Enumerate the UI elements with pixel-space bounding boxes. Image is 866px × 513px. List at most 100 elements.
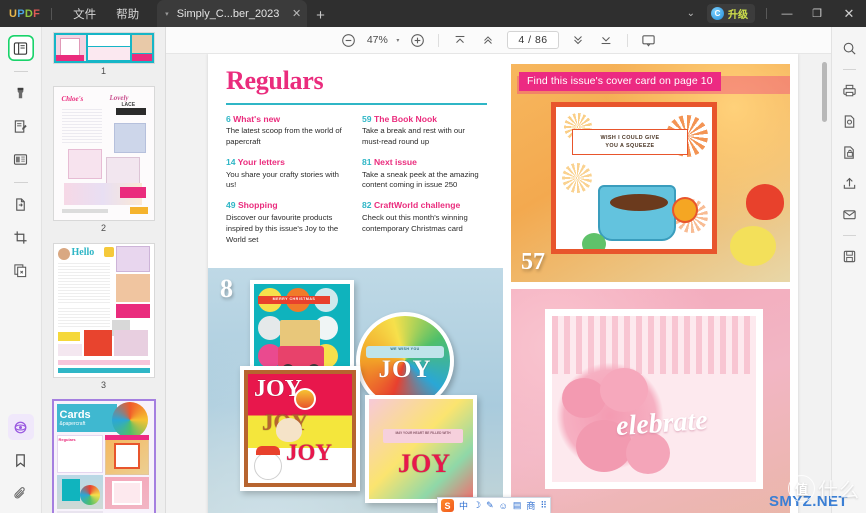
ime-keyboard-icon[interactable]: ▤ — [513, 500, 522, 511]
entry-title: Your letters — [237, 157, 285, 168]
regulars-entry: 14 Your letters You share your crafty st… — [226, 157, 348, 191]
thumbnail-page-2[interactable]: Chloe's Lovely LACE 2 — [42, 87, 165, 242]
protect-icon[interactable] — [837, 140, 861, 164]
card-sentiment: WISH I COULD GIVE YOU A SQUEEZE — [572, 129, 688, 156]
entry-title: Next issue — [373, 157, 417, 168]
ime-punctuation-icon[interactable]: ✎ — [486, 500, 494, 511]
sogou-logo-icon[interactable]: S — [441, 499, 454, 512]
regulars-columns: 6 What's new The latest scoop from the w… — [226, 114, 487, 255]
regulars-column-1: 6 What's new The latest scoop from the w… — [226, 114, 348, 255]
sidebar-reader-icon[interactable] — [7, 35, 34, 61]
watermark-url: SMYZ.NET — [768, 493, 848, 510]
page-left-half: Regulars 6 What's new The latest scoop f… — [208, 54, 503, 513]
last-page-icon[interactable] — [596, 30, 616, 50]
first-page-icon[interactable] — [450, 30, 470, 50]
divider — [842, 69, 856, 70]
thumbnail-page-3[interactable]: Hello 3 — [42, 244, 165, 399]
ime-mode-chinese[interactable]: 中 — [459, 499, 468, 512]
regulars-entry: 82 CraftWorld challenge Check out this m… — [362, 200, 484, 234]
document-viewport[interactable]: Regulars 6 What's new The latest scoop f… — [166, 54, 831, 513]
menu-file[interactable]: 文件 — [63, 2, 106, 26]
thumbnail-panel[interactable]: 1 Chloe's Lovely LACE 2 Hello 3 Cards &p… — [42, 27, 166, 513]
celebrate-card-photo: elebrate — [511, 289, 790, 513]
sidebar-protect-icon[interactable] — [8, 257, 34, 283]
ime-shop-icon[interactable]: 商 — [526, 499, 535, 512]
cover-card-banner: Find this issue's cover card on page 10 — [519, 72, 721, 91]
sidebar-annotate-icon[interactable] — [8, 80, 34, 106]
chevron-down-icon[interactable]: ⌄ — [675, 8, 707, 19]
zoom-dropdown-caret-icon[interactable]: ▾ — [396, 37, 399, 44]
ime-emoji-icon[interactable]: ☺ — [499, 501, 508, 511]
sidebar-attachment-icon[interactable] — [8, 480, 34, 506]
sentiment-line-1: WISH I COULD GIVE — [600, 135, 660, 141]
page-scroll-container[interactable]: Regulars 6 What's new The latest scoop f… — [166, 54, 831, 513]
entry-page-number: 81 — [362, 157, 372, 168]
card-sentiment: MAY YOUR HEART BE FILLED WITH — [395, 431, 451, 435]
vertical-scrollbar[interactable] — [822, 62, 827, 513]
minimize-button[interactable]: — — [772, 0, 802, 27]
document-toolbar: 47% ▾ 4 / 86 — [166, 27, 831, 54]
sidebar-convert-icon[interactable] — [8, 191, 34, 217]
thumbnail-page-4[interactable]: Cards &papercraft Regulars 4 — [42, 401, 165, 513]
ime-toolbar[interactable]: S 中 ☽ ✎ ☺ ▤ 商 ⠿ — [437, 497, 551, 513]
entry-page-number: 14 — [226, 157, 236, 168]
new-tab-button[interactable]: + — [307, 7, 334, 24]
document-tab[interactable]: ▾ Simply_C...ber_2023 ✕ — [157, 0, 308, 27]
upgrade-button[interactable]: C 升级 — [707, 4, 755, 23]
upgrade-label: 升级 — [728, 6, 748, 21]
ime-menu-icon[interactable]: ⠿ — [540, 500, 547, 511]
mail-icon[interactable] — [837, 202, 861, 226]
thumbnail-image — [53, 33, 154, 63]
ocr-icon[interactable] — [837, 109, 861, 133]
zoom-out-button[interactable] — [338, 30, 358, 50]
regulars-column-2: 59 The Book Nook Take a break and rest w… — [362, 114, 484, 255]
sidebar-ai-icon[interactable] — [7, 414, 34, 440]
entry-title: What's new — [233, 114, 281, 124]
thumbnail-number: 2 — [100, 223, 106, 233]
celebrate-card: elebrate — [545, 309, 763, 489]
card-sentiment: MERRY CHRISTMAS — [272, 297, 316, 301]
close-icon[interactable]: ✕ — [292, 7, 301, 20]
page-title: Regulars — [226, 66, 324, 95]
page-right-half: Find this issue's cover card on page 10 … — [503, 54, 798, 513]
scrollbar-thumb[interactable] — [822, 62, 827, 122]
entry-page-number: 82 — [362, 200, 372, 211]
title-bar: UPDF 文件 帮助 ▾ Simply_C...ber_2023 ✕ + ⌄ C… — [0, 0, 866, 27]
sidebar-organize-icon[interactable] — [8, 146, 34, 172]
ime-moon-icon[interactable]: ☽ — [473, 500, 481, 511]
updf-window: UPDF 文件 帮助 ▾ Simply_C...ber_2023 ✕ + ⌄ C… — [0, 0, 866, 513]
entry-body: Take a sneak peek at the amazing content… — [362, 169, 479, 190]
zoom-in-button[interactable] — [407, 30, 427, 50]
divider — [626, 33, 628, 47]
card-word-joy: JOY — [378, 356, 432, 383]
thumbnail-page-1[interactable]: 1 — [42, 33, 165, 85]
entry-title: Shopping — [237, 200, 278, 211]
divider — [766, 8, 767, 19]
previous-page-icon[interactable] — [478, 30, 498, 50]
entry-body: The latest scoop from the world of paper… — [226, 126, 342, 147]
menu-help[interactable]: 帮助 — [106, 2, 149, 26]
chevron-down-icon[interactable]: ▾ — [165, 10, 169, 18]
sidebar-bookmark-icon[interactable] — [8, 447, 34, 473]
entry-body: Take a break and rest with our must-read… — [362, 126, 465, 147]
search-icon[interactable] — [837, 36, 861, 60]
pdf-page-4: Regulars 6 What's new The latest scoop f… — [208, 54, 798, 513]
share-icon[interactable] — [837, 171, 861, 195]
page-indicator[interactable]: 4 / 86 — [507, 31, 559, 49]
mug-illustration — [598, 185, 676, 241]
print-icon[interactable] — [837, 78, 861, 102]
card-word-joy: JOY — [286, 440, 332, 465]
card-sentiment: WE WISH YOU — [390, 347, 420, 351]
maximize-button[interactable]: ❐ — [802, 0, 832, 27]
sidebar-crop-icon[interactable] — [8, 224, 34, 250]
divider — [13, 182, 28, 183]
save-icon[interactable] — [837, 244, 861, 268]
sidebar-edit-icon[interactable] — [8, 113, 34, 139]
card-word-joy: JOY — [398, 449, 450, 478]
tab-strip: ▾ Simply_C...ber_2023 ✕ + — [157, 0, 334, 27]
close-window-button[interactable]: ✕ — [832, 0, 866, 27]
next-page-icon[interactable] — [568, 30, 588, 50]
thumbnail-image: Hello — [53, 244, 154, 377]
view-mode-icon[interactable] — [639, 30, 659, 50]
photo-page-number: 8 — [220, 274, 233, 303]
